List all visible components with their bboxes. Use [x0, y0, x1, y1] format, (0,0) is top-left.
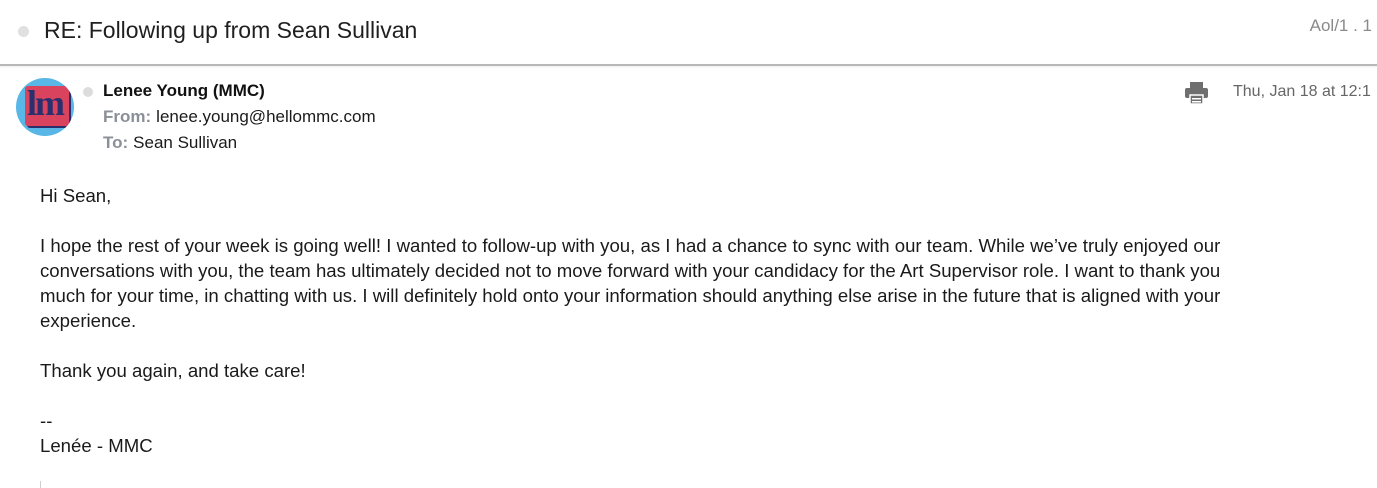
email-subject: RE: Following up from Sean Sullivan — [44, 17, 418, 43]
closing: Thank you again, and take care! — [40, 360, 306, 381]
body-line: experience. — [40, 310, 137, 331]
email-date: Thu, Jan 18 at 12:1 — [1233, 83, 1371, 100]
to-recipient[interactable]: Sean Sullivan — [133, 133, 237, 152]
sender-avatar[interactable]: lm — [16, 78, 74, 136]
to-line: To: Sean Sullivan — [103, 133, 237, 153]
subject-bar: RE: Following up from Sean Sullivan Aol/… — [0, 0, 1377, 66]
sender-name[interactable]: Lenee Young (MMC) — [103, 81, 265, 101]
folder-label: Aol/1 . 1 — [1309, 16, 1372, 35]
from-address[interactable]: lenee.young@hellommc.com — [156, 107, 375, 126]
from-label: From: — [103, 107, 152, 126]
body-line: conversations with you, the team has ult… — [40, 260, 1221, 281]
greeting: Hi Sean, — [40, 185, 112, 206]
body-line: much for your time, in chatting with us.… — [40, 285, 1221, 306]
print-icon[interactable] — [1184, 80, 1209, 105]
quote-divider — [40, 481, 41, 488]
presence-dot-icon — [83, 87, 93, 97]
signature: Lenée - MMC — [40, 435, 153, 456]
from-line: From: lenee.young@hellommc.com — [103, 107, 376, 127]
to-label: To: — [103, 133, 129, 152]
body-line: I hope the rest of your week is going we… — [40, 235, 1221, 256]
avatar-logo-text: lm — [27, 83, 65, 123]
signature-separator: -- — [40, 410, 53, 431]
email-body: Hi Sean, I hope the rest of your week is… — [40, 183, 1377, 458]
unread-dot-icon[interactable] — [18, 26, 29, 37]
